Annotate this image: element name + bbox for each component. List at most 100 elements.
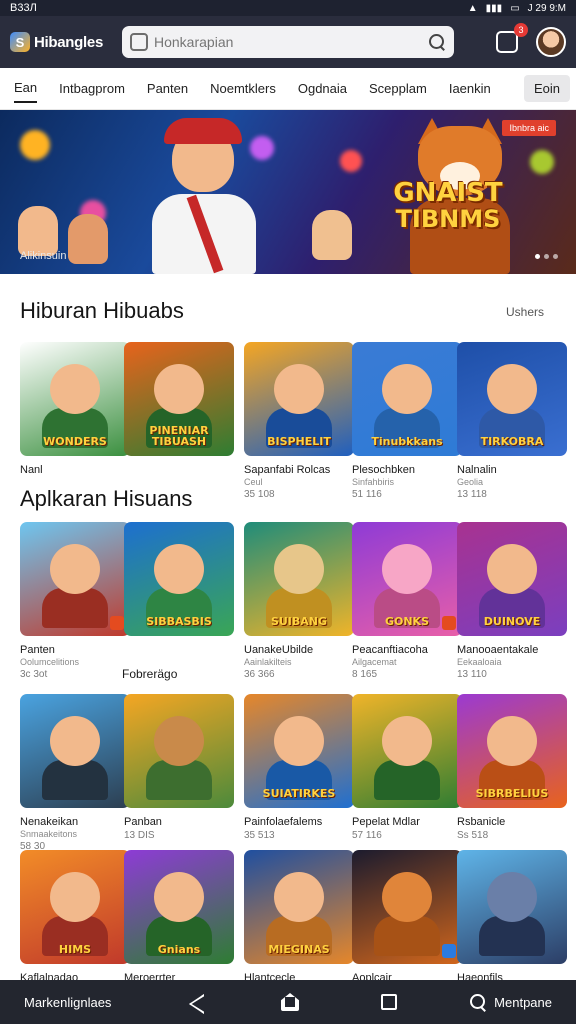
character-face: [50, 872, 100, 922]
tab-iaenkin[interactable]: Iaenkin: [449, 75, 491, 102]
hero-banner[interactable]: GNAIST TIBNMS Ibnbra aic Alikinsuin: [0, 110, 576, 274]
banner-kid: [312, 210, 352, 260]
game-rating: 51 116: [352, 489, 382, 500]
tab-intbagprom[interactable]: Intbagprom: [59, 75, 125, 102]
game-thumbnail[interactable]: BISPHELIT: [244, 342, 354, 456]
game-card[interactable]: Nenakeikan Snmaakeitons 58 30: [20, 694, 130, 852]
character-face: [382, 364, 432, 414]
game-card[interactable]: MIEGINASHlantcecle15 303: [244, 850, 354, 997]
game-card[interactable]: DUINOVE Manooaentakale Eekaaloaia 13 110: [457, 522, 567, 680]
game-thumbnail[interactable]: SUIBANG: [244, 522, 354, 636]
tab-eoin[interactable]: Eoin: [523, 75, 570, 102]
game-card[interactable]: SUIATIRKES Painfolaefalems 35 513: [244, 694, 354, 841]
game-subtitle: Oolumcelitions: [20, 657, 80, 667]
search-bar[interactable]: [122, 26, 454, 58]
game-card[interactable]: Pepelat Mdlar 57 116: [352, 694, 462, 841]
game-thumbnail[interactable]: HIMS: [20, 850, 130, 964]
game-thumbnail[interactable]: DUINOVE: [457, 522, 567, 636]
game-thumbnail[interactable]: [352, 694, 462, 808]
game-subtitle: Eekaaloaia: [457, 657, 502, 667]
game-card[interactable]: SUIBANG UanakeUbilde Aainlakilteis 36 366: [244, 522, 354, 680]
search-icon[interactable]: [428, 33, 446, 51]
character-face: [487, 364, 537, 414]
game-card[interactable]: HIMSKaflalnadao93 30: [20, 850, 130, 997]
wifi-icon: ▲: [467, 2, 478, 14]
game-thumbnail[interactable]: Tinubkkans: [352, 342, 462, 456]
game-thumbnail[interactable]: WONDERS: [20, 342, 130, 456]
tab-panten[interactable]: Panten: [147, 75, 188, 102]
game-card[interactable]: SIBBASBIS: [124, 522, 234, 646]
character-figure: [374, 760, 440, 800]
app-logo[interactable]: S Hibangles: [10, 32, 122, 52]
home-icon[interactable]: [281, 993, 299, 1011]
game-thumbnail[interactable]: SUIATIRKES: [244, 694, 354, 808]
recent-apps-icon[interactable]: [381, 994, 397, 1010]
game-title: Rsbanicle: [457, 816, 506, 828]
status-time: B33Л: [10, 2, 37, 14]
bottom-search-label: Mentpane: [494, 994, 552, 1010]
game-rating: 57 116: [352, 830, 382, 841]
game-title: Painfolaefalems: [244, 816, 323, 828]
game-thumbnail[interactable]: [352, 850, 462, 964]
game-thumbnail[interactable]: [457, 850, 567, 964]
game-thumbnail[interactable]: SIBBASBIS: [124, 522, 234, 636]
game-card[interactable]: Panban 13 DIS: [124, 694, 234, 841]
game-title: UanakeUbilde: [244, 644, 314, 656]
game-card[interactable]: GniansMeroerrter5ff 316: [124, 850, 234, 997]
banner-pagination[interactable]: [535, 254, 558, 259]
status-right-time: J 29 9:M: [527, 2, 566, 14]
banner-chip[interactable]: Ibnbra aic: [502, 120, 556, 136]
game-thumbnail[interactable]: [20, 694, 130, 808]
game-thumbnail[interactable]: [20, 522, 130, 636]
game-title: Panban: [124, 816, 162, 828]
game-card[interactable]: GONKS Peacanftiacoha Ailgacemat 8 165: [352, 522, 462, 680]
character-figure: [479, 916, 545, 956]
status-bar: B33Л ▲ ▮▮▮ ▭ J 29 9:M: [0, 0, 576, 16]
game-card[interactable]: Tinubkkans Plesochbken Sinfahbiris 51 116: [352, 342, 462, 500]
game-thumbnail[interactable]: TIRKOBRA: [457, 342, 567, 456]
app-name: Hibangles: [34, 33, 103, 51]
character-face: [487, 544, 537, 594]
game-thumbnail[interactable]: MIEGINAS: [244, 850, 354, 964]
game-thumbnail[interactable]: Gnians: [124, 850, 234, 964]
app-bar: S Hibangles 3: [0, 16, 576, 68]
game-card[interactable]: Haeonfils13 376: [457, 850, 567, 997]
game-thumbnail[interactable]: SIBRBELIUS: [457, 694, 567, 808]
game-thumbnail[interactable]: GONKS: [352, 522, 462, 636]
game-card[interactable]: Aoplcair25 335: [352, 850, 462, 997]
profile-avatar[interactable]: [536, 27, 566, 57]
game-title: Plesochbken: [352, 464, 415, 476]
cart-icon[interactable]: 3: [496, 23, 528, 53]
game-card[interactable]: BISPHELIT Sapanfabi Rolcas Ceul 35 108: [244, 342, 354, 500]
character-figure: [146, 760, 212, 800]
game-subtitle: Aainlakilteis: [244, 657, 292, 667]
game-card[interactable]: Panten Oolumcelitions 3c 3ot: [20, 522, 130, 680]
character-face: [50, 364, 100, 414]
cart-badge: 3: [514, 23, 528, 37]
bottom-nav-label[interactable]: Markenlignlaes: [24, 995, 154, 1010]
search-icon: [470, 994, 486, 1010]
game-thumbnail[interactable]: [124, 694, 234, 808]
banner-orb: [340, 150, 362, 172]
character-face: [154, 544, 204, 594]
game-thumbnail[interactable]: PINENIAR TIBUASH: [124, 342, 234, 456]
game-subtitle: Snmaakeitons: [20, 829, 78, 839]
back-icon[interactable]: [188, 994, 201, 1010]
logo-icon: S: [10, 32, 30, 52]
bottom-search-button[interactable]: Mentpane: [470, 994, 552, 1010]
tab-noemtklers[interactable]: Noemtklers: [210, 75, 276, 102]
tab-ogdnaia[interactable]: Ogdnaia: [298, 75, 347, 102]
game-card[interactable]: WONDERS Nanl: [20, 342, 130, 478]
search-input[interactable]: [154, 34, 422, 50]
game-card[interactable]: PINENIAR TIBUASH: [124, 342, 234, 466]
tab-scepplam[interactable]: Scepplam: [369, 75, 427, 102]
game-subtitle: Ailgacemat: [352, 657, 397, 667]
game-logo-text: WONDERS: [43, 435, 107, 449]
game-card[interactable]: SIBRBELIUS Rsbanicle Ss 518: [457, 694, 567, 841]
see-all-link[interactable]: Ushers: [506, 305, 544, 319]
signal-icon: ▮▮▮: [485, 2, 503, 14]
game-rating: Ss 518: [457, 830, 489, 841]
tab-ean[interactable]: Ean: [14, 74, 38, 103]
game-title: Pepelat Mdlar: [352, 816, 420, 828]
game-card[interactable]: TIRKOBRA Nalnalin Geolia 13 118: [457, 342, 567, 500]
